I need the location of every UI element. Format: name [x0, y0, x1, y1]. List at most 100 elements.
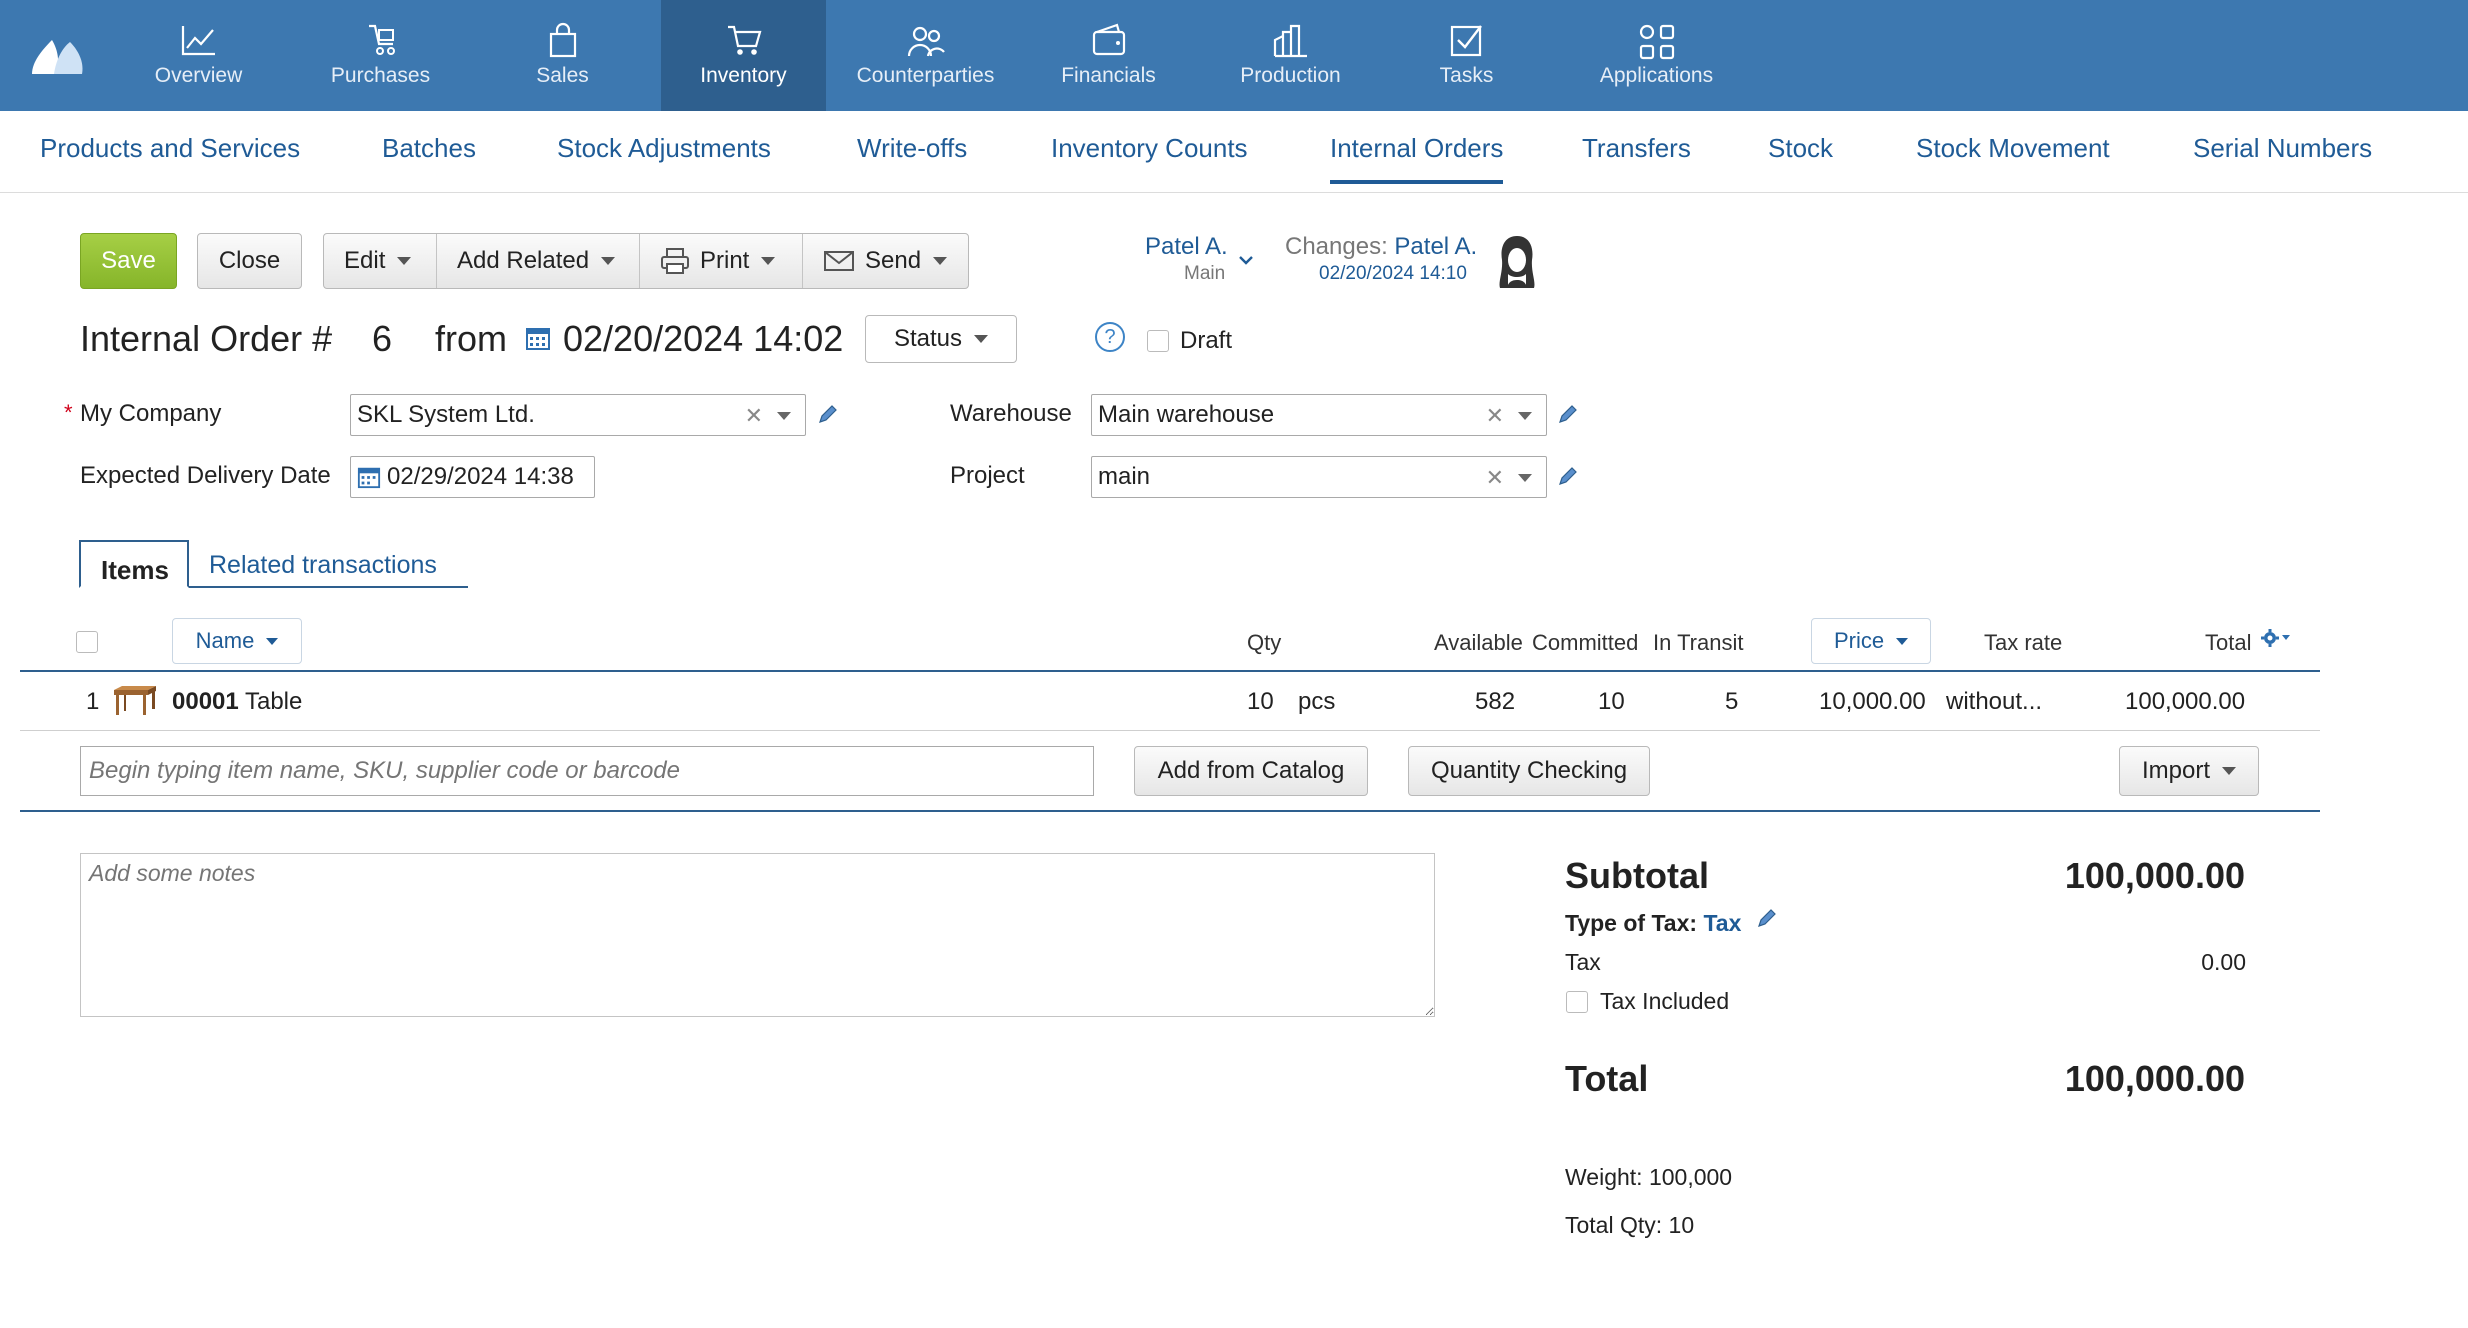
nav-label: Inventory: [700, 64, 787, 87]
price-cell[interactable]: 10,000.00: [1819, 688, 1926, 716]
subnav-transfers[interactable]: Transfers: [1582, 133, 1691, 164]
chevron-down-icon[interactable]: [1518, 474, 1532, 482]
nav-tasks[interactable]: Tasks: [1384, 0, 1549, 111]
subtotal-value: 100,000.00: [2064, 855, 2245, 896]
in-transit-column-header: In Transit: [1653, 630, 1744, 655]
import-dropdown-button[interactable]: Import: [2119, 746, 2259, 796]
nav-overview[interactable]: Overview: [116, 0, 281, 111]
close-button[interactable]: Close: [197, 233, 302, 289]
unit-cell: pcs: [1298, 688, 1336, 715]
add-item-search-input[interactable]: [80, 746, 1094, 796]
clear-icon[interactable]: ✕: [745, 403, 763, 429]
total-qty-info: Total Qty: 10: [1565, 1212, 1695, 1238]
item-name-cell[interactable]: 00001 Table: [172, 688, 302, 716]
subnav-products-and-services[interactable]: Products and Services: [40, 133, 300, 164]
chevron-down-icon: [397, 257, 412, 265]
subnav-stock[interactable]: Stock: [1768, 133, 1833, 164]
subnav-stock-movement[interactable]: Stock Movement: [1916, 133, 2110, 164]
help-icon[interactable]: ?: [1095, 322, 1125, 352]
tax-included-checkbox[interactable]: [1566, 991, 1588, 1013]
tab-items-label: Items: [101, 555, 169, 585]
type-of-tax-label: Type of Tax:: [1565, 910, 1698, 936]
tax-label: Tax: [1565, 949, 1601, 975]
name-column-button[interactable]: Name: [172, 618, 302, 664]
add-related-menu-button[interactable]: Add Related: [437, 234, 640, 288]
subnav-write-offs[interactable]: Write-offs: [857, 133, 967, 164]
project-label: Project: [950, 462, 1025, 489]
nav-label: Purchases: [330, 64, 431, 87]
send-menu-button[interactable]: Send: [803, 234, 968, 288]
project-select[interactable]: main ✕: [1091, 456, 1547, 498]
calendar-icon[interactable]: [525, 325, 551, 351]
type-of-tax-link[interactable]: Tax: [1703, 910, 1741, 936]
nav-applications[interactable]: Applications: [1574, 0, 1739, 111]
save-button[interactable]: Save: [80, 233, 177, 289]
nav-production[interactable]: Production: [1208, 0, 1373, 111]
subnav-internal-orders[interactable]: Internal Orders: [1330, 133, 1504, 184]
edit-pencil-icon[interactable]: [1556, 402, 1580, 426]
people-icon: [907, 26, 945, 57]
checkbox-icon: [1450, 25, 1482, 57]
tab-related-transactions[interactable]: Related transactions: [209, 551, 437, 580]
status-label: Status: [893, 325, 963, 352]
draft-label: Draft: [1180, 327, 1233, 354]
user-avatar-icon[interactable]: [1494, 232, 1540, 292]
draft-checkbox[interactable]: [1147, 330, 1169, 352]
clear-icon[interactable]: ✕: [1486, 403, 1504, 429]
top-navigation-bar: Overview Purchases Sales Inventory Count…: [0, 0, 2468, 111]
quantity-checking-button[interactable]: Quantity Checking: [1408, 746, 1650, 796]
tax-value: 0.00: [2201, 949, 2246, 975]
nav-sales[interactable]: Sales: [480, 0, 645, 111]
warehouse-select[interactable]: Main warehouse ✕: [1091, 394, 1547, 436]
my-company-select[interactable]: SKL System Ltd. ✕: [350, 394, 806, 436]
print-menu-button[interactable]: Print: [640, 234, 803, 288]
document-number[interactable]: 6: [372, 318, 392, 360]
tax-included-label: Tax Included: [1600, 988, 1730, 1014]
tab-items[interactable]: Items: [79, 540, 189, 588]
app-logo-icon[interactable]: [28, 32, 88, 78]
expected-delivery-date-field[interactable]: 02/29/2024 14:38: [350, 456, 595, 498]
nav-inventory[interactable]: Inventory: [661, 0, 826, 111]
edit-pencil-icon[interactable]: [1755, 906, 1779, 930]
shopping-bag-icon: [549, 22, 576, 58]
qty-cell[interactable]: 10: [1247, 688, 1274, 716]
changes-user-link[interactable]: Patel A.: [1394, 233, 1477, 260]
edit-menu-button[interactable]: Edit: [324, 234, 437, 288]
committed-column-header: Committed: [1532, 630, 1639, 655]
subnav-inventory-counts[interactable]: Inventory Counts: [1051, 133, 1248, 164]
tax-rate-cell[interactable]: without...: [1946, 688, 2042, 716]
status-dropdown[interactable]: Status: [865, 315, 1017, 363]
select-all-checkbox[interactable]: [76, 631, 98, 653]
notes-textarea[interactable]: [80, 853, 1435, 1017]
document-date[interactable]: 02/20/2024 14:02: [563, 318, 843, 360]
document-title: Internal Order #: [80, 318, 333, 359]
subnav-serial-numbers[interactable]: Serial Numbers: [2193, 133, 2372, 164]
nav-purchases[interactable]: Purchases: [298, 0, 463, 111]
add-from-catalog-button[interactable]: Add from Catalog: [1134, 746, 1368, 796]
edit-pencil-icon[interactable]: [1556, 464, 1580, 488]
subnav-batches[interactable]: Batches: [382, 133, 476, 164]
nav-label: Tasks: [1439, 64, 1494, 87]
chevron-down-icon: [1896, 637, 1909, 645]
nav-counterparties[interactable]: Counterparties: [843, 0, 1008, 111]
chevron-down-icon[interactable]: [777, 412, 791, 420]
owner-chevron-down-icon[interactable]: [1238, 254, 1254, 266]
price-column-button[interactable]: Price: [1811, 618, 1931, 664]
qty-column-header: Qty: [1247, 630, 1282, 655]
expected-delivery-value: 02/29/2024 14:38: [387, 463, 574, 490]
subnav-stock-adjustments[interactable]: Stock Adjustments: [557, 133, 771, 164]
committed-cell: 10: [1598, 688, 1625, 715]
chevron-down-icon[interactable]: [1518, 412, 1532, 420]
edit-pencil-icon[interactable]: [816, 402, 840, 426]
nav-financials[interactable]: Financials: [1026, 0, 1191, 111]
calendar-icon[interactable]: [357, 465, 381, 489]
in-transit-cell: 5: [1725, 688, 1739, 715]
owner-department: Main: [1184, 263, 1226, 284]
warehouse-label: Warehouse: [950, 400, 1072, 427]
column-settings-gear-icon[interactable]: [2260, 628, 2292, 650]
print-label: Print: [700, 247, 750, 274]
nav-label: Sales: [536, 64, 589, 87]
clear-icon[interactable]: ✕: [1486, 465, 1504, 491]
owner-name-link[interactable]: Patel A.: [1145, 233, 1228, 261]
table-row[interactable]: 1 00001 Table 10 pcs 582 10 5 10,000.00 …: [20, 672, 2320, 730]
